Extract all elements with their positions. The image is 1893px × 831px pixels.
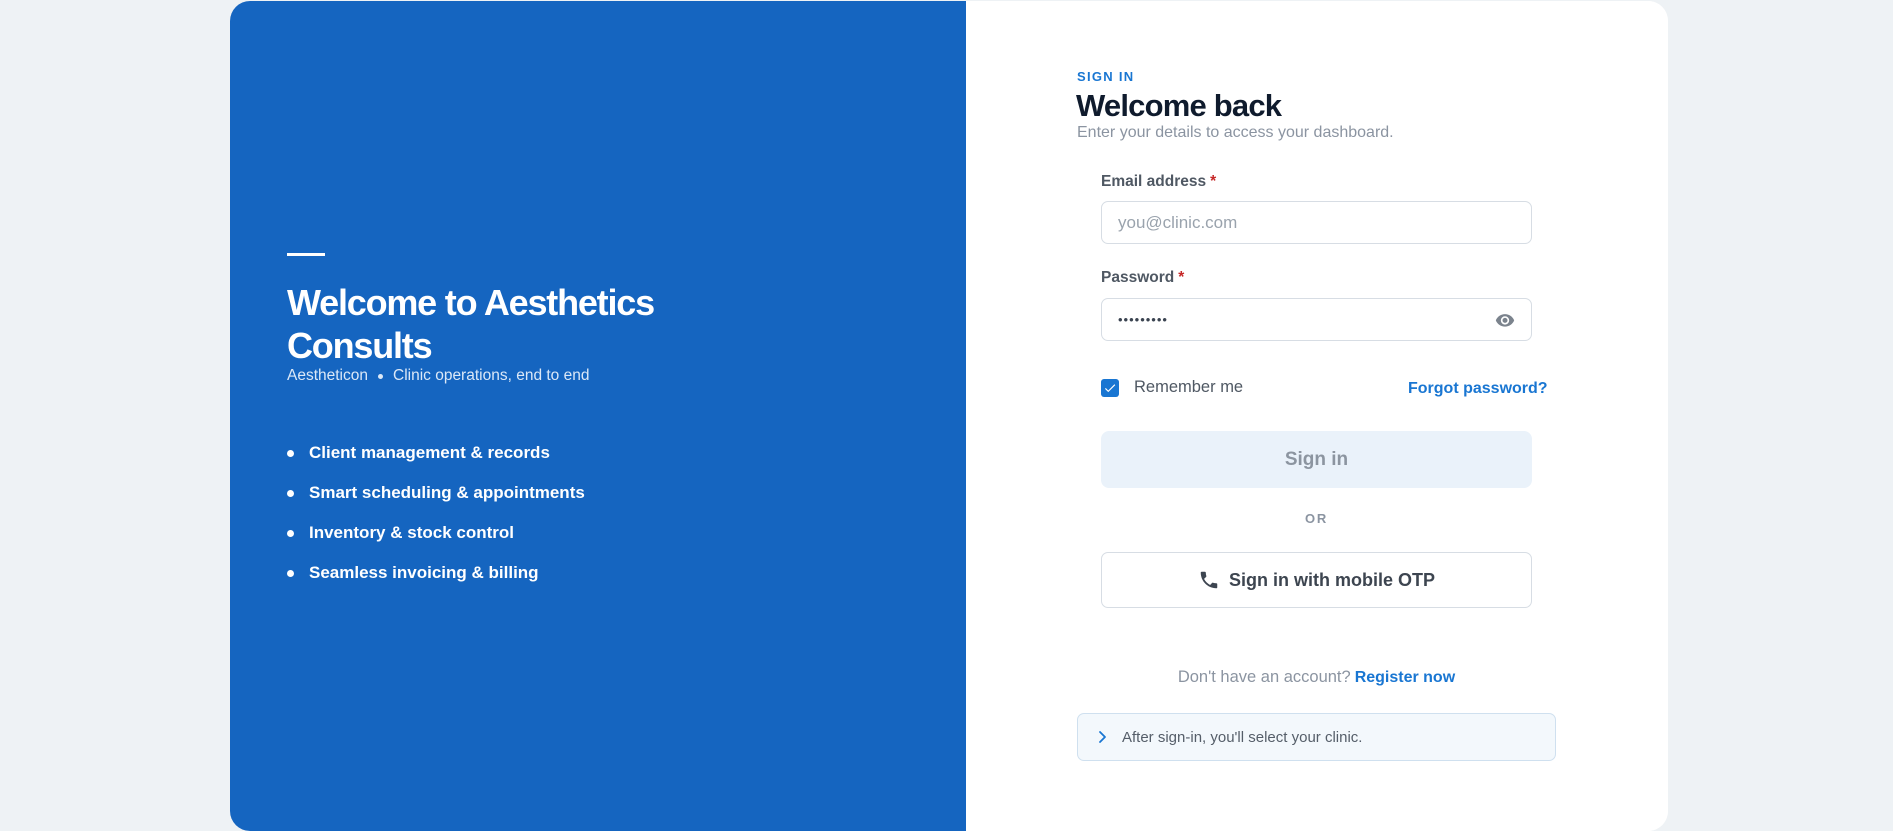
forgot-password-link[interactable]: Forgot password?	[1408, 380, 1548, 398]
hero-panel: Welcome to Aesthetics Consults Aesthetic…	[230, 1, 966, 831]
bullet-icon	[287, 489, 294, 497]
login-card: Welcome to Aesthetics Consults Aesthetic…	[230, 1, 1668, 831]
feature-item: Seamless invoicing & billing	[287, 553, 585, 593]
chevron-right-icon	[1099, 731, 1106, 743]
feature-label: Inventory & stock control	[309, 523, 514, 542]
email-label-text: Email address	[1101, 173, 1207, 190]
signin-eyebrow: SIGN IN	[1077, 69, 1135, 84]
required-mark: *	[1210, 173, 1217, 190]
notice-text: After sign-in, you'll select your clinic…	[1122, 728, 1363, 746]
clinic-notice[interactable]: After sign-in, you'll select your clinic…	[1077, 713, 1556, 761]
bullet-icon	[287, 449, 294, 457]
phone-icon	[1200, 571, 1218, 589]
hero-tagline: Clinic operations, end to end	[393, 367, 590, 384]
remember-me[interactable]: Remember me	[1101, 378, 1243, 397]
check-icon	[1104, 383, 1116, 392]
page-subtitle: Enter your details to access your dashbo…	[1077, 124, 1394, 141]
feature-label: Seamless invoicing & billing	[309, 563, 539, 582]
or-divider: OR	[1304, 511, 1329, 526]
hero-accent-rule	[287, 253, 325, 256]
eye-icon[interactable]	[1493, 310, 1517, 330]
brand-name: Aestheticon	[287, 367, 368, 384]
bullet-icon	[287, 569, 294, 577]
hero-subtitle: Aestheticon Clinic operations, end to en…	[287, 367, 589, 385]
otp-signin-button[interactable]: Sign in with mobile OTP	[1101, 552, 1532, 608]
password-field[interactable]	[1102, 299, 1531, 340]
register-link[interactable]: Register now	[1355, 669, 1455, 686]
feature-item: Client management & records	[287, 433, 585, 473]
bullet-icon	[287, 529, 294, 537]
signin-button[interactable]: Sign in	[1101, 431, 1532, 488]
register-prompt: Don't have an account? Register now	[1101, 668, 1532, 687]
email-label: Email address *	[1101, 173, 1216, 191]
password-field-wrapper	[1101, 298, 1532, 341]
hero-title: Welcome to Aesthetics Consults	[287, 282, 655, 366]
otp-button-label: Sign in with mobile OTP	[1229, 569, 1435, 590]
feature-item: Smart scheduling & appointments	[287, 473, 585, 513]
email-field-wrapper	[1101, 201, 1532, 244]
register-prompt-text: Don't have an account?	[1177, 668, 1351, 686]
remember-checkbox[interactable]	[1101, 378, 1119, 397]
page-title: Welcome back	[1076, 88, 1282, 123]
password-label: Password *	[1101, 269, 1184, 287]
feature-list: Client management & records Smart schedu…	[287, 433, 585, 593]
feature-label: Client management & records	[309, 443, 550, 462]
required-mark: *	[1178, 269, 1185, 286]
email-field[interactable]	[1102, 202, 1531, 243]
password-label-text: Password	[1101, 269, 1175, 286]
remember-label: Remember me	[1134, 378, 1244, 396]
feature-label: Smart scheduling & appointments	[309, 483, 585, 502]
separator-dot	[378, 373, 383, 379]
feature-item: Inventory & stock control	[287, 513, 585, 553]
